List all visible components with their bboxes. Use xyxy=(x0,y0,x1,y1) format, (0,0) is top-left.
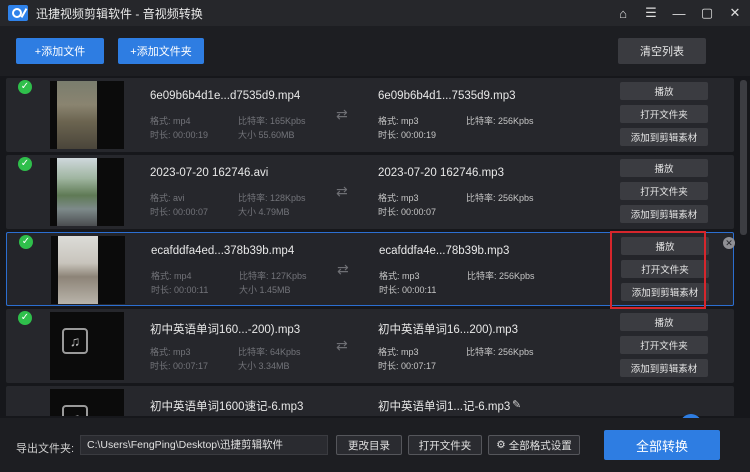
source-size: 大小 4.79MB xyxy=(238,207,290,217)
file-row[interactable]: ✓ 2023-07-20 162746.avi 格式: avi 比特率: 128… xyxy=(6,155,734,229)
output-bitrate: 比特率: 256Kpbs xyxy=(466,193,534,203)
app-name: 迅捷视频剪辑软件 xyxy=(36,6,133,21)
source-duration: 时长: 00:07:17 xyxy=(150,361,209,371)
source-format: 格式: mp4 xyxy=(150,116,191,126)
file-row[interactable]: ♫ 初中英语单词1600速记-6.mp3 初中英语单词1...记-6.mp3 ✎ xyxy=(6,386,734,416)
check-icon[interactable]: ✓ xyxy=(19,235,33,249)
source-duration: 时长: 00:00:07 xyxy=(150,207,209,217)
convert-arrow-icon: ⇄ xyxy=(336,337,348,353)
output-format: 格式: mp3 xyxy=(378,116,419,126)
convert-all-button[interactable]: 全部转换 xyxy=(604,430,720,460)
title-bar: 迅捷视频剪辑软件 - 音视频转换 ⌂ ☰ — ▢ ✕ xyxy=(0,0,750,26)
output-format: 格式: mp3 xyxy=(379,271,420,281)
output-file-name: 6e09b6b4d1...7535d9.mp3 xyxy=(378,90,516,102)
output-bitrate: 比特率: 256Kpbs xyxy=(466,347,534,357)
open-folder-button[interactable]: 打开文件夹 xyxy=(620,336,708,354)
source-size: 大小 3.34MB xyxy=(238,361,290,371)
file-row[interactable]: ✓ 6e09b6b4d1e...d7535d9.mp4 格式: mp4 比特率:… xyxy=(6,78,734,152)
file-row[interactable]: ✓ ♫ 初中英语单词160...-200).mp3 格式: mp3 比特率: 6… xyxy=(6,309,734,383)
check-icon[interactable]: ✓ xyxy=(18,157,32,171)
music-note-icon: ♫ xyxy=(62,328,88,354)
format-settings-button[interactable]: ⚙ 全部格式设置 xyxy=(488,435,580,455)
output-file-name: 初中英语单词16...200).mp3 xyxy=(378,324,518,336)
format-settings-label: 全部格式设置 xyxy=(508,439,572,452)
output-path-field[interactable]: C:\Users\FengPing\Desktop\迅捷剪辑软件 xyxy=(80,435,328,455)
output-duration: 时长: 00:00:07 xyxy=(378,207,437,217)
open-output-folder-button[interactable]: 打开文件夹 xyxy=(408,435,482,455)
window-title: 迅捷视频剪辑软件 - 音视频转换 xyxy=(36,5,203,22)
source-size: 大小 55.60MB xyxy=(238,130,295,140)
source-format: 格式: avi xyxy=(150,193,185,203)
output-duration: 时长: 00:00:11 xyxy=(379,285,437,295)
highlight-box xyxy=(610,231,706,309)
play-button[interactable]: 播放 xyxy=(620,159,708,177)
list-scrollbar[interactable] xyxy=(740,80,747,235)
remove-file-icon[interactable]: ✕ xyxy=(723,237,735,249)
output-format: 格式: mp3 xyxy=(378,347,419,357)
source-bitrate: 比特率: 127Kpbs xyxy=(239,271,307,281)
maximize-icon[interactable]: ▢ xyxy=(700,5,714,21)
add-file-button[interactable]: +添加文件 xyxy=(16,38,104,64)
convert-arrow-icon: ⇄ xyxy=(336,106,348,122)
source-file-name: 初中英语单词160...-200).mp3 xyxy=(150,324,301,336)
source-bitrate: 比特率: 128Kpbs xyxy=(238,193,306,203)
output-duration: 时长: 00:00:19 xyxy=(378,130,437,140)
clear-list-button[interactable]: 清空列表 xyxy=(618,38,706,64)
output-format: 格式: mp3 xyxy=(378,193,419,203)
check-icon[interactable]: ✓ xyxy=(18,80,32,94)
convert-arrow-icon: ⇄ xyxy=(336,183,348,199)
page-name: 音视频转换 xyxy=(142,6,203,21)
home-icon[interactable]: ⌂ xyxy=(616,6,630,21)
audio-thumbnail: ♫ xyxy=(50,389,124,416)
output-file-name: 初中英语单词1...记-6.mp3 xyxy=(378,401,511,413)
toolbar: +添加文件 +添加文件夹 清空列表 xyxy=(0,26,750,76)
source-file-name: 6e09b6b4d1e...d7535d9.mp4 xyxy=(150,90,301,102)
add-folder-button[interactable]: +添加文件夹 xyxy=(118,38,204,64)
source-bitrate: 比特率: 165Kpbs xyxy=(238,116,306,126)
video-thumbnail xyxy=(50,81,124,149)
source-file-name: ecafddfa4ed...378b39b.mp4 xyxy=(151,245,295,257)
source-format: 格式: mp3 xyxy=(150,347,191,357)
output-bitrate: 比特率: 256Kpbs xyxy=(466,116,534,126)
video-thumbnail xyxy=(51,236,125,304)
source-duration: 时长: 00:00:11 xyxy=(151,285,209,295)
menu-icon[interactable]: ☰ xyxy=(644,5,658,21)
change-directory-button[interactable]: 更改目录 xyxy=(336,435,402,455)
source-file-name: 2023-07-20 162746.avi xyxy=(150,167,269,179)
edit-pencil-icon[interactable]: ✎ xyxy=(512,398,521,411)
output-duration: 时长: 00:07:17 xyxy=(378,361,437,371)
source-file-name: 初中英语单词1600速记-6.mp3 xyxy=(150,401,304,413)
source-duration: 时长: 00:00:19 xyxy=(150,130,209,140)
convert-arrow-icon: ⇄ xyxy=(337,261,349,277)
open-folder-button[interactable]: 打开文件夹 xyxy=(620,182,708,200)
video-thumbnail xyxy=(50,158,124,226)
source-format: 格式: mp4 xyxy=(151,271,192,281)
open-folder-button[interactable]: 打开文件夹 xyxy=(620,105,708,123)
close-icon[interactable]: ✕ xyxy=(728,5,742,21)
minimize-icon[interactable]: — xyxy=(672,6,686,21)
output-file-name: 2023-07-20 162746.mp3 xyxy=(378,167,504,179)
add-to-material-button[interactable]: 添加到剪辑素材 xyxy=(620,128,708,146)
file-list: ✓ 6e09b6b4d1e...d7535d9.mp4 格式: mp4 比特率:… xyxy=(0,76,750,416)
music-note-icon: ♫ xyxy=(62,405,88,416)
app-logo-icon xyxy=(8,5,28,21)
audio-thumbnail: ♫ xyxy=(50,312,124,380)
output-bitrate: 比特率: 256Kpbs xyxy=(467,271,535,281)
bottom-bar: 导出文件夹: C:\Users\FengPing\Desktop\迅捷剪辑软件 … xyxy=(0,418,750,472)
gear-icon: ⚙ xyxy=(496,439,506,451)
add-to-material-button[interactable]: 添加到剪辑素材 xyxy=(620,359,708,377)
add-to-material-button[interactable]: 添加到剪辑素材 xyxy=(620,205,708,223)
source-bitrate: 比特率: 64Kpbs xyxy=(238,347,301,357)
source-size: 大小 1.45MB xyxy=(239,285,291,295)
play-button[interactable]: 播放 xyxy=(620,313,708,331)
output-folder-label: 导出文件夹: xyxy=(16,443,75,455)
play-button[interactable]: 播放 xyxy=(620,82,708,100)
title-separator: - xyxy=(132,6,143,21)
output-file-name: ecafddfa4e...78b39b.mp3 xyxy=(379,245,510,257)
check-icon[interactable]: ✓ xyxy=(18,311,32,325)
